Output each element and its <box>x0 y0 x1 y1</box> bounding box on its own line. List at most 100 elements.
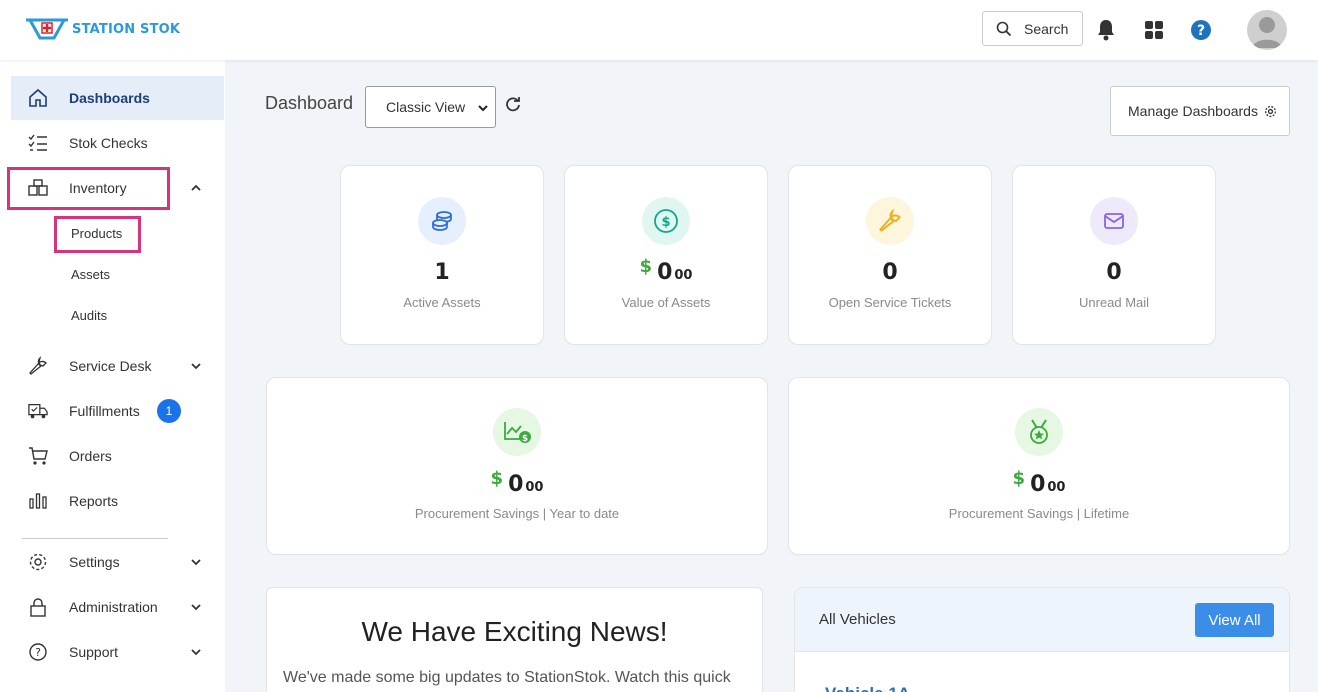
currency-symbol: $ <box>1012 468 1026 489</box>
dashboard-view-select[interactable]: Classic View <box>365 86 496 128</box>
stat-caption: Active Assets <box>403 295 481 310</box>
vehicles-card-header: All Vehicles View All <box>795 588 1289 652</box>
sidebar-subitem-assets[interactable]: Assets <box>57 259 110 289</box>
savings-money-value: $ 0 00 <box>267 468 767 497</box>
sidebar-item-label: Support <box>69 644 119 660</box>
chevron-down-icon <box>191 363 201 370</box>
sidebar-subitem-audits[interactable]: Audits <box>57 300 107 330</box>
manage-dashboards-button[interactable]: Manage Dashboards <box>1110 86 1290 136</box>
subitem-label: Assets <box>71 266 111 282</box>
stat-card-active-assets[interactable]: 1 Active Assets <box>340 165 544 345</box>
sidebar-item-label: Dashboards <box>69 90 150 106</box>
money-whole: 0 <box>508 472 524 497</box>
stat-value: 0 <box>882 260 898 285</box>
stat-money-value: $ 0 00 <box>565 256 767 285</box>
sidebar-item-dashboards[interactable]: Dashboards <box>11 76 224 120</box>
cart-icon <box>28 446 48 466</box>
gear-icon <box>1264 105 1277 117</box>
search-label: Search <box>1024 20 1069 37</box>
user-avatar[interactable] <box>1247 10 1287 50</box>
money-cents: 00 <box>525 480 544 495</box>
stat-caption: Open Service Tickets <box>828 295 952 310</box>
stat-card-open-service-tickets[interactable]: 0 Open Service Tickets <box>788 165 992 345</box>
products-highlight-box <box>54 216 141 253</box>
truck-icon <box>28 401 48 421</box>
refresh-icon[interactable] <box>504 95 522 113</box>
sidebar-item-label: Service Desk <box>69 358 152 374</box>
stat-caption: Value of Assets <box>621 295 711 310</box>
svg-text:?: ? <box>1197 23 1205 39</box>
top-header: STATION STOK Search ? <box>0 0 1318 60</box>
savings-caption: Procurement Savings | Year to date <box>414 506 620 521</box>
help-button[interactable]: ? <box>1189 18 1213 42</box>
vehicle-list-item[interactable]: Vehicle 1A <box>825 684 910 692</box>
stat-value: 0 <box>1106 260 1122 285</box>
sidebar-item-stok-checks[interactable]: Stok Checks <box>11 121 224 165</box>
chevron-down-icon <box>191 559 201 566</box>
station-stok-logo-icon <box>26 18 68 40</box>
sidebar-divider <box>22 538 168 539</box>
wrench-icon <box>866 197 914 245</box>
search-icon <box>996 21 1012 36</box>
wrench-icon <box>28 356 48 376</box>
subitem-label: Audits <box>71 307 108 323</box>
sidebar-item-settings[interactable]: Settings <box>11 540 224 584</box>
medal-icon <box>1015 408 1063 456</box>
sidebar-item-administration[interactable]: Administration <box>11 585 224 629</box>
news-card: We Have Exciting News! We've made some b… <box>266 587 763 692</box>
savings-card-year-to-date[interactable]: $ $ 0 00 Procurement Savings | Year to d… <box>266 377 768 555</box>
question-circle-icon: ? <box>28 642 48 662</box>
search-button[interactable]: Search <box>982 11 1083 46</box>
chevron-down-icon <box>478 105 488 112</box>
news-body: We've made some big updates to StationSt… <box>283 669 731 686</box>
sidebar-item-reports[interactable]: Reports <box>11 479 224 523</box>
apps-button[interactable] <box>1142 18 1166 42</box>
sidebar-item-service-desk[interactable]: Service Desk <box>11 344 224 388</box>
sidebar-item-label: Settings <box>69 554 120 570</box>
mail-icon <box>1090 197 1138 245</box>
inventory-highlight-box <box>7 167 170 210</box>
logo-text: STATION STOK <box>72 21 181 37</box>
money-cents: 00 <box>1047 480 1066 495</box>
gear-icon <box>28 552 48 572</box>
svg-text:$: $ <box>522 434 528 444</box>
checklist-icon <box>28 133 48 153</box>
money-cents: 00 <box>674 268 693 283</box>
bell-icon <box>1098 20 1114 41</box>
news-title: We Have Exciting News! <box>361 616 668 647</box>
stat-caption: Unread Mail <box>1078 295 1150 310</box>
sidebar: Dashboards Stok Checks Inventory Product… <box>0 60 225 692</box>
savings-caption: Procurement Savings | Lifetime <box>948 506 1130 521</box>
money-whole: 0 <box>657 260 673 285</box>
vehicles-card: All Vehicles View All Vehicle 1A <box>794 587 1290 692</box>
svg-text:?: ? <box>35 646 41 659</box>
savings-money-value: $ 0 00 <box>789 468 1289 497</box>
savings-card-lifetime[interactable]: $ 0 00 Procurement Savings | Lifetime <box>788 377 1290 555</box>
lock-icon <box>28 597 48 617</box>
vehicles-title: All Vehicles <box>819 611 896 628</box>
money-whole: 0 <box>1030 472 1046 497</box>
apps-grid-icon <box>1145 21 1163 39</box>
app-logo[interactable]: STATION STOK <box>24 14 180 44</box>
sidebar-item-orders[interactable]: Orders <box>11 434 224 478</box>
sidebar-item-fulfillments[interactable]: Fulfillments 1 <box>11 389 224 433</box>
chevron-down-icon <box>191 649 201 656</box>
sidebar-item-label: Reports <box>69 493 119 509</box>
bar-chart-icon <box>28 491 48 511</box>
svg-text:$: $ <box>661 215 670 230</box>
user-avatar-icon <box>1252 17 1282 48</box>
sidebar-item-label: Fulfillments <box>69 403 140 419</box>
stat-card-value-of-assets[interactable]: $ $ 0 00 Value of Assets <box>564 165 768 345</box>
fulfillments-count-badge: 1 <box>157 399 181 423</box>
view-all-vehicles-button[interactable]: View All <box>1195 603 1274 637</box>
home-icon <box>28 88 48 108</box>
stat-card-unread-mail[interactable]: 0 Unread Mail <box>1012 165 1216 345</box>
help-icon: ? <box>1191 20 1211 40</box>
database-icon <box>418 197 466 245</box>
chevron-up-icon <box>191 184 201 191</box>
view-select-value: Classic View <box>386 99 466 115</box>
currency-symbol: $ <box>639 256 653 277</box>
sidebar-item-support[interactable]: ? Support <box>11 630 224 674</box>
chart-savings-icon: $ <box>493 408 541 456</box>
notifications-button[interactable] <box>1094 18 1118 42</box>
